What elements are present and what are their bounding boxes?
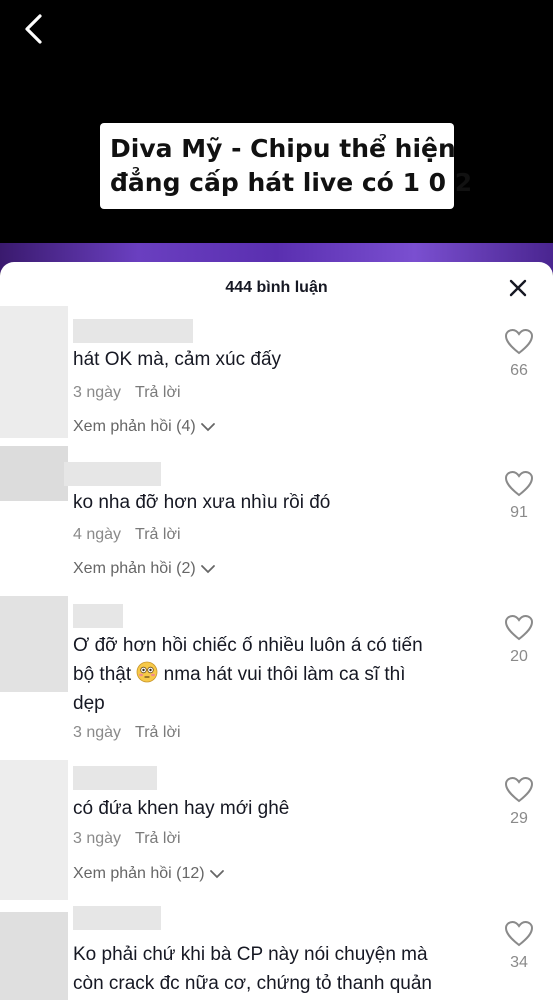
comment-meta: 3 ngày Trả lời (73, 830, 181, 848)
like-count: 66 (510, 362, 528, 379)
view-replies-label: Xem phản hồi (12) (73, 865, 205, 882)
username-blurred[interactable] (73, 906, 161, 930)
close-button[interactable] (505, 275, 531, 301)
comment-item: ko nha đỡ hơn xưa nhìu rồi đó 4 ngày Trả … (0, 446, 553, 596)
reply-button[interactable]: Trả lời (135, 526, 180, 543)
heart-outline-icon[interactable] (504, 614, 534, 642)
comment-item: Ơ đỡ hơn hồi chiếc ố nhiều luôn á có tiế… (0, 596, 553, 760)
view-replies-button[interactable]: Xem phản hồi (2) (73, 560, 216, 578)
like-count: 34 (510, 954, 528, 971)
avatar[interactable] (0, 912, 68, 1000)
video-player[interactable]: Diva Mỹ - Chipu thể hiện đẳng cấp hát li… (0, 0, 553, 273)
like-control: 91 (500, 470, 538, 522)
avatar[interactable] (0, 306, 68, 438)
comment-item: có đứa khen hay mới ghê 3 ngày Trả lời Xe… (0, 760, 553, 900)
reply-button[interactable]: Trả lời (135, 724, 180, 741)
avatar[interactable] (0, 596, 68, 692)
close-icon (509, 279, 527, 297)
username-blurred[interactable] (73, 766, 157, 790)
like-control: 66 (500, 328, 538, 380)
comment-text-line: còn crack đc nữa cơ, chứng tỏ thanh quản (73, 973, 432, 994)
comment-meta: 4 ngày Trả lời (73, 526, 181, 544)
comment-time: 3 ngày (73, 830, 122, 847)
view-replies-button[interactable]: Xem phản hồi (4) (73, 418, 216, 436)
username-blurred[interactable] (73, 319, 193, 343)
view-replies-button[interactable]: Xem phản hồi (12) (73, 865, 225, 883)
like-control: 34 (500, 920, 538, 972)
view-replies-label: Xem phản hồi (2) (73, 560, 196, 577)
chevron-left-icon (25, 14, 42, 44)
like-control: 29 (500, 776, 538, 828)
comment-item: hát OK mà, cảm xúc đấy 3 ngày Trả lời Xem… (0, 306, 553, 446)
comment-meta: 3 ngày Trả lời (73, 384, 181, 402)
comment-text-segment: nma hát vui thôi làm ca sĩ thì (163, 664, 406, 685)
heart-outline-icon[interactable] (504, 470, 534, 498)
chevron-down-icon (209, 869, 224, 879)
comment-item: Ko phải chứ khi bà CP này nói chuyện mà … (0, 900, 553, 1000)
like-count: 91 (510, 504, 528, 521)
comment-text: hát OK mà, cảm xúc đấy (73, 349, 282, 370)
comments-sheet: 444 bình luận hát OK mà, cảm xúc đấy 3 n… (0, 262, 553, 1000)
flushed-face-emoji (136, 661, 158, 683)
like-count: 20 (510, 648, 528, 665)
comment-time: 4 ngày (73, 526, 122, 543)
heart-outline-icon[interactable] (504, 920, 534, 948)
comment-time: 3 ngày (73, 724, 122, 741)
comment-meta: 3 ngày Trả lời (73, 724, 181, 742)
video-caption-line: đẳng cấp hát live có 1 0 2 (110, 168, 473, 197)
chevron-down-icon (200, 422, 215, 432)
chevron-down-icon (200, 564, 215, 574)
comment-text: Ơ đỡ hơn hồi chiếc ố nhiều luôn á có tiế… (73, 631, 498, 718)
username-blurred[interactable] (73, 604, 123, 628)
comment-text-line: bộ thật nma hát vui thôi làm ca sĩ thì (73, 660, 498, 689)
heart-outline-icon[interactable] (504, 776, 534, 804)
like-count: 29 (510, 810, 528, 827)
view-replies-label: Xem phản hồi (4) (73, 418, 196, 435)
avatar[interactable] (0, 760, 68, 900)
comment-text: có đứa khen hay mới ghê (73, 798, 290, 819)
reply-button[interactable]: Trả lời (135, 384, 180, 401)
avatar[interactable] (0, 446, 68, 501)
reply-button[interactable]: Trả lời (135, 830, 180, 847)
comment-text: Ko phải chứ khi bà CP này nói chuyện mà … (73, 940, 498, 998)
video-caption-line: Diva Mỹ - Chipu thể hiện (110, 134, 456, 163)
comment-text-line: dẹp (73, 693, 105, 714)
comment-count: 444 bình luận (225, 279, 328, 296)
like-control: 20 (500, 614, 538, 666)
username-blurred[interactable] (64, 462, 161, 486)
back-button[interactable] (18, 12, 54, 48)
heart-outline-icon[interactable] (504, 328, 534, 356)
comment-time: 3 ngày (73, 384, 122, 401)
comment-text-line: Ơ đỡ hơn hồi chiếc ố nhiều luôn á có tiế… (73, 635, 423, 656)
video-caption: Diva Mỹ - Chipu thể hiện đẳng cấp hát li… (100, 123, 473, 209)
comment-text-segment: bộ thật (73, 664, 132, 685)
comment-text: ko nha đỡ hơn xưa nhìu rồi đó (73, 492, 331, 513)
comment-text-line: Ko phải chứ khi bà CP này nói chuyện mà (73, 944, 428, 965)
